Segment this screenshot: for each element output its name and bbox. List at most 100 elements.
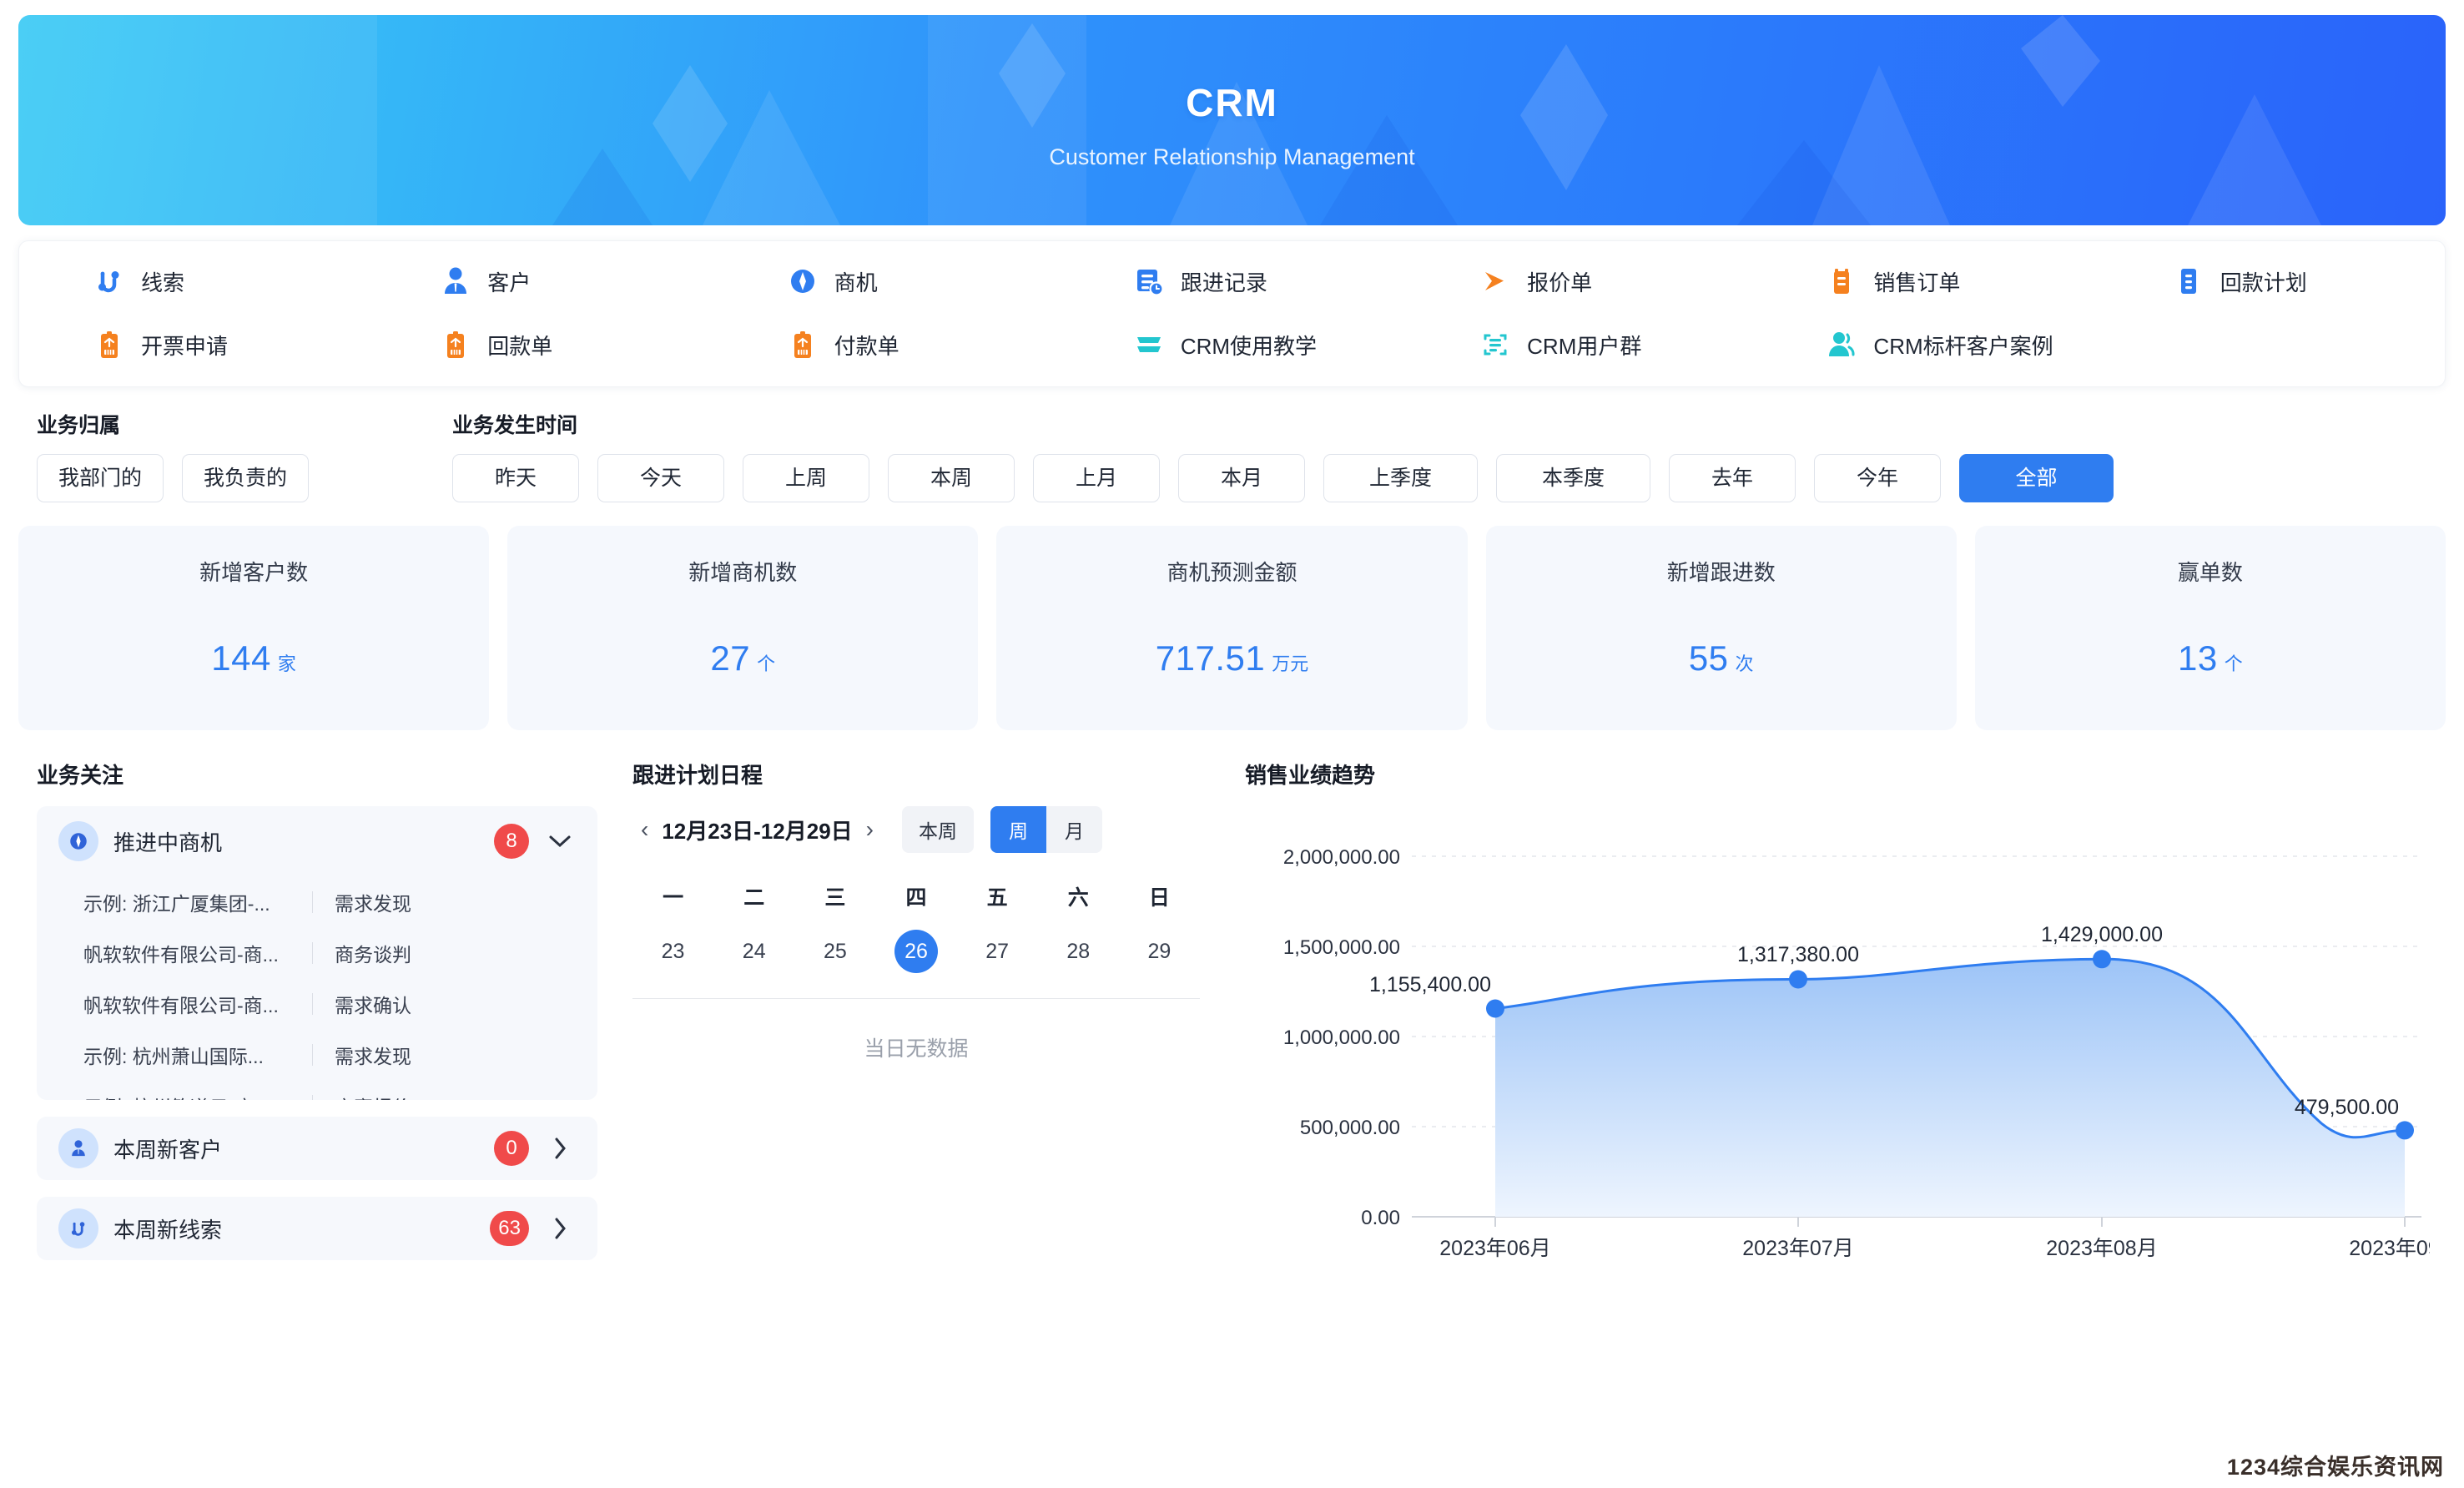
focus-group-name: 本周新客户 [113, 1137, 223, 1163]
nav-item-sales-order[interactable]: 销售订单 [1751, 265, 2098, 298]
calendar-day-cell[interactable]: 24 [713, 930, 794, 973]
nav-item-receipt[interactable]: 回款单 [365, 328, 712, 361]
focus-group-opportunities[interactable]: 推进中商机 8 示例: 浙江广厦集团-... 需求发现 帆软软件有限公司-商..… [37, 806, 597, 1100]
time-chip-today[interactable]: 今天 [597, 454, 724, 502]
nav-label: 回款计划 [2220, 270, 2307, 295]
time-filter-group: 业务发生时间 昨天 今天 上周 本周 上月 本月 上季度 本季度 去年 今年 全… [452, 409, 2114, 502]
ownership-chip-list: 我部门的 我负责的 [37, 454, 309, 502]
nav-item-customer[interactable]: 客户 [365, 265, 712, 298]
nav-label: 付款单 [834, 333, 899, 359]
list-item[interactable]: 帆软软件有限公司-商... 商务谈判 [83, 927, 574, 978]
chevron-right-icon[interactable] [546, 1137, 574, 1160]
data-point [2093, 950, 2111, 969]
calendar-day-cell[interactable]: 29 [1119, 930, 1200, 973]
time-chip-last-quarter[interactable]: 上季度 [1323, 454, 1478, 502]
time-chip-this-quarter[interactable]: 本季度 [1496, 454, 1650, 502]
data-point [1486, 999, 1504, 1018]
chevron-down-icon[interactable] [546, 834, 574, 849]
day-number: 26 [894, 930, 938, 973]
day-number: 28 [1066, 939, 1091, 963]
chevron-right-icon[interactable] [546, 1217, 574, 1240]
list-item[interactable]: 帆软软件有限公司-商... 需求确认 [83, 978, 574, 1029]
ownership-chip-my-department[interactable]: 我部门的 [37, 454, 164, 502]
prev-week-button[interactable]: ‹ [632, 816, 657, 843]
follow-record-icon [1136, 270, 1164, 296]
stat-value: 27 [710, 638, 751, 678]
stat-card-new-customers[interactable]: 新增客户数 144 家 [18, 526, 490, 730]
ownership-chip-my-own[interactable]: 我负责的 [182, 454, 309, 502]
stat-value: 144 [211, 638, 271, 678]
time-chip-last-month[interactable]: 上月 [1033, 454, 1160, 502]
list-item-name: 帆软软件有限公司-商... [83, 994, 279, 1016]
stat-card-won-deals[interactable]: 赢单数 13 个 [1974, 526, 2446, 730]
stat-value-row: 144 家 [211, 638, 296, 678]
nav-item-follow-record[interactable]: 跟进记录 [1059, 265, 1405, 298]
list-item[interactable]: 示例: 杭州简道云-商 方案报价 [83, 1080, 574, 1100]
list-item[interactable]: 示例: 浙江广厦集团-... 需求发现 [83, 876, 574, 927]
nav-item-opportunity[interactable]: 商机 [713, 265, 1059, 298]
stat-card-new-opportunities[interactable]: 新增商机数 27 个 [507, 526, 979, 730]
nav-label: CRM标杆客户案例 [1873, 333, 2053, 359]
nav-item-invoice-request[interactable]: 开票申请 [19, 328, 365, 361]
nav-item-lead[interactable]: 线索 [19, 265, 365, 298]
list-item-name: 示例: 杭州简道云-商 [83, 1092, 307, 1101]
customer-icon [58, 1128, 98, 1168]
bottom-panels: 业务关注 推进中商机 8 示例: 浙江广厦集团-... 需求发现 帆软软件有限公… [18, 759, 2461, 1274]
calendar-date-range: 12月23日-12月29日 [662, 818, 853, 844]
focus-group-new-leads[interactable]: 本周新线索 63 [37, 1197, 597, 1260]
time-chip-yesterday[interactable]: 昨天 [452, 454, 579, 502]
time-chip-this-month[interactable]: 本月 [1178, 454, 1305, 502]
nav-item-user-group[interactable]: CRM用户群 [1405, 328, 1751, 361]
weekday-label: 三 [824, 886, 846, 910]
banner-title: CRM [1186, 81, 1278, 124]
this-week-button[interactable]: 本周 [902, 806, 974, 853]
stat-value: 13 [2178, 638, 2218, 678]
stat-card-new-followups[interactable]: 新增跟进数 55 次 [1485, 526, 1957, 730]
weekday-label: 二 [743, 886, 765, 910]
y-tick-label: 2,000,000.00 [1283, 846, 1400, 869]
time-chip-all[interactable]: 全部 [1959, 454, 2114, 502]
focus-group-header[interactable]: 本周新客户 0 [37, 1117, 597, 1180]
nav-item-case-study[interactable]: CRM标杆客户案例 [1751, 328, 2098, 361]
next-week-button[interactable]: › [858, 816, 882, 843]
list-item[interactable]: 示例: 杭州萧山国际... 需求发现 [83, 1029, 574, 1080]
banner-container: CRM Customer Relationship Management [0, 0, 2464, 225]
stat-unit: 个 [757, 653, 776, 674]
view-toggle-week[interactable]: 周 [990, 806, 1046, 853]
list-item-status: 需求确认 [335, 994, 411, 1016]
stat-unit: 万元 [1272, 653, 1309, 674]
calendar-empty-state: 当日无数据 [864, 1037, 969, 1061]
day-number: 24 [742, 939, 766, 963]
calendar-day-cell[interactable]: 27 [957, 930, 1038, 973]
time-chip-this-week[interactable]: 本周 [888, 454, 1015, 502]
calendar-day-cell[interactable]: 28 [1038, 930, 1119, 973]
focus-group-count-badge: 0 [494, 1131, 529, 1166]
view-toggle-month[interactable]: 月 [1046, 806, 1102, 853]
time-chip-this-year[interactable]: 今年 [1814, 454, 1941, 502]
stat-label: 商机预测金额 [1166, 560, 1298, 585]
focus-group-new-customers[interactable]: 本周新客户 0 [37, 1117, 597, 1180]
calendar-day-cell-selected[interactable]: 26 [875, 930, 956, 973]
time-chip-last-year[interactable]: 去年 [1669, 454, 1796, 502]
business-focus-title: 业务关注 [37, 763, 124, 788]
calendar-day-cell[interactable]: 23 [632, 930, 713, 973]
list-item-status: 方案报价 [335, 1092, 411, 1101]
stat-card-forecast-amount[interactable]: 商机预测金额 717.51 万元 [996, 526, 1468, 730]
time-filter-title: 业务发生时间 [452, 414, 578, 437]
focus-group-header[interactable]: 本周新线索 63 [37, 1197, 597, 1260]
focus-group-header[interactable]: 推进中商机 8 [37, 806, 597, 876]
site-watermark: 1234综合娱乐资讯网 [2226, 1455, 2444, 1480]
nav-item-tutorial[interactable]: CRM使用教学 [1059, 328, 1405, 361]
nav-item-payment[interactable]: 付款单 [713, 328, 1059, 361]
divider [312, 890, 313, 913]
focus-group-name: 推进中商机 [113, 830, 223, 855]
data-point-label: 1,429,000.00 [2041, 923, 2163, 946]
time-chip-last-week[interactable]: 上周 [743, 454, 869, 502]
nav-item-payment-plan[interactable]: 回款计划 [2099, 265, 2445, 298]
stat-value-row: 27 个 [710, 638, 775, 678]
stat-value-row: 717.51 万元 [1156, 638, 1308, 678]
calendar-day-cell[interactable]: 25 [794, 930, 875, 973]
stat-unit: 家 [277, 653, 296, 674]
tutorial-icon [1136, 337, 1161, 352]
nav-item-quotation[interactable]: 报价单 [1405, 265, 1751, 298]
